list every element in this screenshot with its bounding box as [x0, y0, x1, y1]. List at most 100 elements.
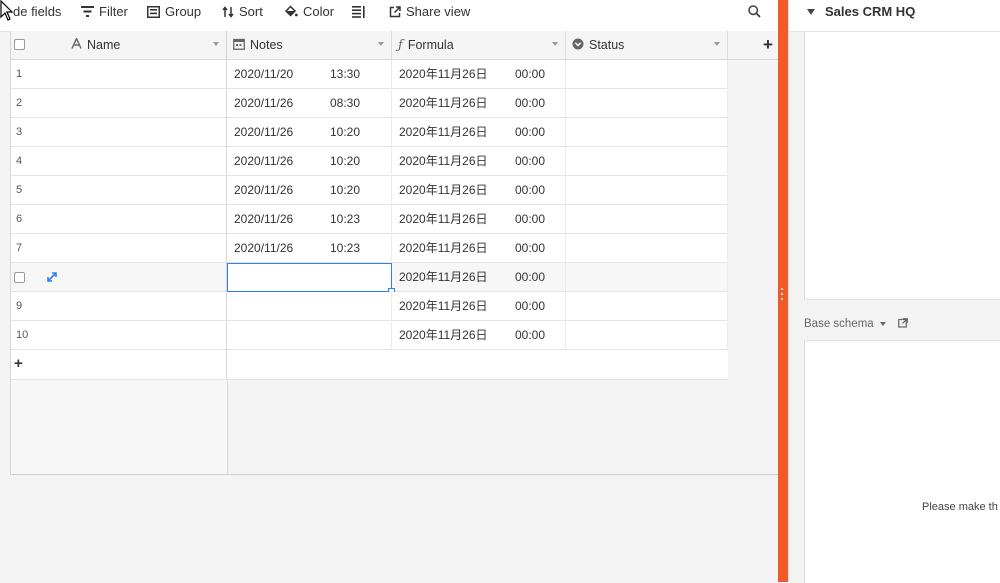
primary-cell-name[interactable]: [11, 292, 227, 321]
notes-time: 13:30: [330, 67, 361, 81]
cell-formula[interactable]: 2020年11月26日 00:00: [392, 176, 566, 205]
primary-cell-name[interactable]: [11, 118, 227, 147]
table-row[interactable]: 2 2020/11/26 08:30 2020年11月26日 00:00: [11, 89, 728, 118]
primary-cell-name[interactable]: [11, 263, 227, 292]
primary-cell-name[interactable]: [11, 147, 227, 176]
open-external-icon[interactable]: [897, 317, 908, 331]
group-button[interactable]: Group: [147, 0, 201, 23]
search-button[interactable]: [748, 0, 761, 23]
filter-label: Filter: [99, 4, 128, 19]
app-preview-box: [804, 32, 1000, 300]
chevron-down-icon[interactable]: [879, 322, 886, 326]
add-field-button[interactable]: +: [763, 35, 773, 55]
primary-cell-name[interactable]: [11, 205, 227, 234]
table-row[interactable]: 9 2020年11月26日 00:00: [11, 292, 728, 321]
primary-cell-name[interactable]: [11, 60, 227, 89]
select-all-checkbox[interactable]: [14, 39, 25, 50]
chevron-down-icon[interactable]: [552, 42, 558, 46]
cell-notes[interactable]: [227, 263, 395, 295]
table-row[interactable]: 4 2020/11/26 10:20 2020年11月26日 00:00: [11, 147, 728, 176]
share-view-button[interactable]: Share view: [389, 0, 470, 23]
row-checkbox[interactable]: [14, 272, 25, 283]
cell-formula[interactable]: 2020年11月26日 00:00: [392, 118, 566, 147]
chevron-down-icon[interactable]: [378, 42, 384, 46]
cell-notes[interactable]: 2020/11/26 10:20: [227, 176, 392, 205]
formula-time: 00:00: [515, 270, 546, 284]
table-row[interactable]: 6 2020/11/26 10:23 2020年11月26日 00:00: [11, 205, 728, 234]
search-icon: [748, 5, 761, 18]
base-schema-row: Base schema: [804, 317, 908, 331]
primary-cell-name[interactable]: [11, 89, 227, 118]
color-button[interactable]: Color: [284, 0, 334, 23]
formula-date: 2020年11月26日: [399, 183, 488, 197]
collapse-triangle-icon[interactable]: [807, 9, 815, 15]
cell-formula[interactable]: 2020年11月26日 00:00: [392, 89, 566, 118]
cell-notes[interactable]: [227, 292, 392, 321]
formula-date: 2020年11月26日: [399, 270, 488, 284]
formula-time: 00:00: [515, 241, 546, 255]
cell-notes[interactable]: [227, 321, 392, 350]
text-field-icon: [71, 36, 82, 52]
cell-formula[interactable]: 2020年11月26日 00:00: [392, 321, 566, 350]
cell-status[interactable]: [566, 89, 728, 118]
apps-side-panel: Sales CRM HQ Base schema Please make th: [788, 0, 1000, 583]
row-number: 1: [16, 68, 23, 80]
add-field-label: +: [763, 35, 773, 54]
primary-cell-name[interactable]: [11, 234, 227, 263]
primary-cell-name[interactable]: [11, 176, 227, 205]
cell-status[interactable]: [566, 147, 728, 176]
table-row[interactable]: 10 2020年11月26日 00:00: [11, 321, 728, 350]
column-header-status[interactable]: Status: [566, 31, 728, 59]
formula-time: 00:00: [515, 154, 546, 168]
notes-date: 2020/11/26: [234, 183, 294, 197]
cell-notes[interactable]: 2020/11/26 10:23: [227, 205, 392, 234]
cell-status[interactable]: [566, 118, 728, 147]
cell-formula[interactable]: 2020年11月26日 00:00: [392, 234, 566, 263]
primary-cell-name[interactable]: [11, 321, 227, 350]
cell-notes[interactable]: 2020/11/26 10:20: [227, 147, 392, 176]
column-header-formula[interactable]: ƒ Formula: [392, 31, 566, 59]
expand-record-icon[interactable]: [47, 271, 57, 285]
table-row[interactable]: 2020年11月26日 00:00: [11, 263, 728, 295]
formula-time: 00:00: [515, 299, 546, 313]
cell-status[interactable]: [566, 60, 728, 89]
hide-fields-label: de fields: [13, 4, 62, 19]
cell-formula[interactable]: 2020年11月26日 00:00: [392, 263, 566, 292]
cell-formula[interactable]: 2020年11月26日 00:00: [392, 60, 566, 89]
select-all-header: [11, 31, 63, 59]
table-row[interactable]: 1 2020/11/20 13:30 2020年11月26日 00:00: [11, 60, 728, 89]
notes-date: 2020/11/26: [234, 125, 294, 139]
cell-notes[interactable]: 2020/11/26 10:20: [227, 118, 392, 147]
filter-button[interactable]: Filter: [81, 0, 128, 23]
cell-status[interactable]: [566, 176, 728, 205]
chevron-down-icon[interactable]: [213, 42, 219, 46]
chevron-down-icon[interactable]: [714, 42, 720, 46]
base-schema-label[interactable]: Base schema: [804, 318, 874, 330]
add-record-row[interactable]: +: [11, 350, 728, 380]
cell-status[interactable]: [566, 292, 728, 321]
cell-formula[interactable]: 2020年11月26日 00:00: [392, 292, 566, 321]
cell-notes[interactable]: 2020/11/26 08:30: [227, 89, 392, 118]
row-height-icon: [352, 5, 365, 18]
cell-formula[interactable]: 2020年11月26日 00:00: [392, 205, 566, 234]
table-row[interactable]: 3 2020/11/26 10:20 2020年11月26日 00:00: [11, 118, 728, 147]
row-height-button[interactable]: [352, 0, 365, 23]
cell-notes[interactable]: 2020/11/26 10:23: [227, 234, 392, 263]
table-row[interactable]: 7 2020/11/26 10:23 2020年11月26日 00:00: [11, 234, 728, 263]
column-notes-label: Notes: [250, 38, 283, 52]
group-label: Group: [165, 4, 202, 19]
cell-status[interactable]: [566, 205, 728, 234]
column-header-notes[interactable]: Notes: [227, 31, 392, 59]
add-record-icon[interactable]: +: [14, 355, 23, 372]
cell-status[interactable]: [566, 234, 728, 263]
sort-button[interactable]: Sort: [222, 0, 263, 23]
panel-resize-divider[interactable]: [778, 0, 788, 582]
row-number: 9: [16, 300, 23, 312]
resize-handle-icon[interactable]: [780, 288, 784, 302]
table-row[interactable]: 5 2020/11/26 10:20 2020年11月26日 00:00: [11, 176, 728, 205]
cell-notes[interactable]: 2020/11/20 13:30: [227, 60, 392, 89]
cell-status[interactable]: [566, 263, 728, 292]
cell-status[interactable]: [566, 321, 728, 350]
column-header-name[interactable]: Name: [63, 31, 227, 59]
cell-formula[interactable]: 2020年11月26日 00:00: [392, 147, 566, 176]
